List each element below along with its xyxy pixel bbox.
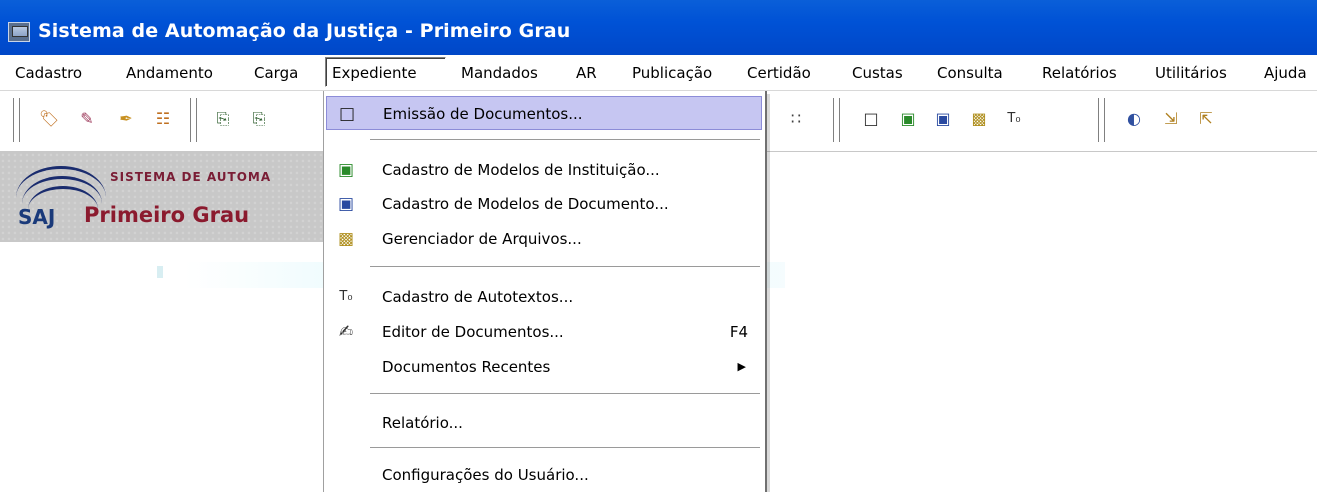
doc-new-icon[interactable]: □ [860,108,882,130]
title-bar: Sistema de Automação da Justiça - Primei… [0,0,1317,55]
toolbar-grip[interactable] [833,98,840,142]
menu-separator [370,139,760,141]
background-artifact [157,266,163,278]
menu-cadastro-modelos-documento[interactable]: ▣ Cadastro de Modelos de Documento... [326,187,762,221]
menu-custas[interactable]: Custas [850,61,905,85]
tree-icon[interactable]: ☷ [152,108,174,130]
tag-icon[interactable]: ✒ [115,108,137,130]
menu-configuracoes-usuario[interactable]: Configurações do Usuário... [326,458,762,492]
autotext-icon[interactable]: T₀ [1003,108,1025,130]
app-icon[interactable] [8,22,30,42]
menu-andamento[interactable]: Andamento [124,61,215,85]
menu-relatorio[interactable]: Relatório... [326,406,762,440]
note-icon[interactable]: ✎ [76,108,98,130]
doc-green-icon[interactable]: ▣ [897,108,919,130]
document-editor-icon: ✍ [338,322,354,342]
shortcut-f4: F4 [729,323,748,341]
toolbar-grip[interactable] [1098,98,1105,142]
document-emit-icon: □ [338,104,356,124]
autotext-icon: T₀ [339,289,353,304]
menu-publicacao[interactable]: Publicação [630,61,714,85]
logo-saj-text: SAJ [18,205,56,229]
binoculars-icon[interactable]: ◐ [1123,108,1145,130]
menu-utilitarios[interactable]: Utilitários [1153,61,1229,85]
document-model-icon: ▣ [337,194,355,214]
menu-cadastro[interactable]: Cadastro [13,61,84,85]
menu-gerenciador-arquivos[interactable]: ▩ Gerenciador de Arquivos... [326,222,762,256]
window-title: Sistema de Automação da Justiça - Primei… [38,20,571,42]
menu-emissao-documentos[interactable]: □ Emissão de Documentos... [326,96,762,130]
submenu-arrow-icon: ▶ [737,360,746,373]
menu-cadastro-modelos-instituicao[interactable]: ▣ Cadastro de Modelos de Instituição... [326,153,762,187]
menu-bar: Cadastro Andamento Carga Expediente Mand… [0,55,1317,91]
menu-ajuda[interactable]: Ajuda [1262,61,1309,85]
logo-grau-text: Primeiro Grau [84,203,250,227]
menu-consulta[interactable]: Consulta [935,61,1005,85]
menu-expediente[interactable]: Expediente [325,57,446,87]
menu-editor-documentos[interactable]: ✍ Editor de Documentos... F4 [326,315,762,349]
institution-model-icon: ▣ [337,160,355,180]
stamp-icon[interactable]: 🏷 [38,108,60,130]
file-manager-icon: ▩ [337,229,355,249]
menu-documentos-recentes[interactable]: Documentos Recentes ▶ [326,350,762,384]
expediente-dropdown: □ Emissão de Documentos... ▣ Cadastro de… [323,91,767,492]
menu-relatorios[interactable]: Relatórios [1040,61,1119,85]
menu-separator [370,393,760,395]
move-up-icon[interactable]: ⇱ [1195,108,1217,130]
doc-blue-icon[interactable]: ▣ [932,108,954,130]
logo-sistema-text: SISTEMA DE AUTOMA [110,170,272,184]
menu-ar[interactable]: AR [574,61,599,85]
menu-mandados[interactable]: Mandados [459,61,540,85]
move-down-icon[interactable]: ⇲ [1160,108,1182,130]
toolbar-grip[interactable] [13,98,20,142]
hierarchy-icon[interactable]: ∷ [785,108,807,130]
doc-copy-icon[interactable]: ⎘ [212,108,234,130]
menu-cadastro-autotextos[interactable]: T₀ Cadastro de Autotextos... [326,280,762,314]
menu-carga[interactable]: Carga [252,61,300,85]
menu-separator [370,266,760,268]
menu-certidao[interactable]: Certidão [745,61,813,85]
doc-magnify-icon[interactable]: ▩ [968,108,990,130]
doc-search-icon[interactable]: ⎘ [248,108,270,130]
menu-separator [370,447,760,449]
toolbar-grip[interactable] [190,98,197,142]
